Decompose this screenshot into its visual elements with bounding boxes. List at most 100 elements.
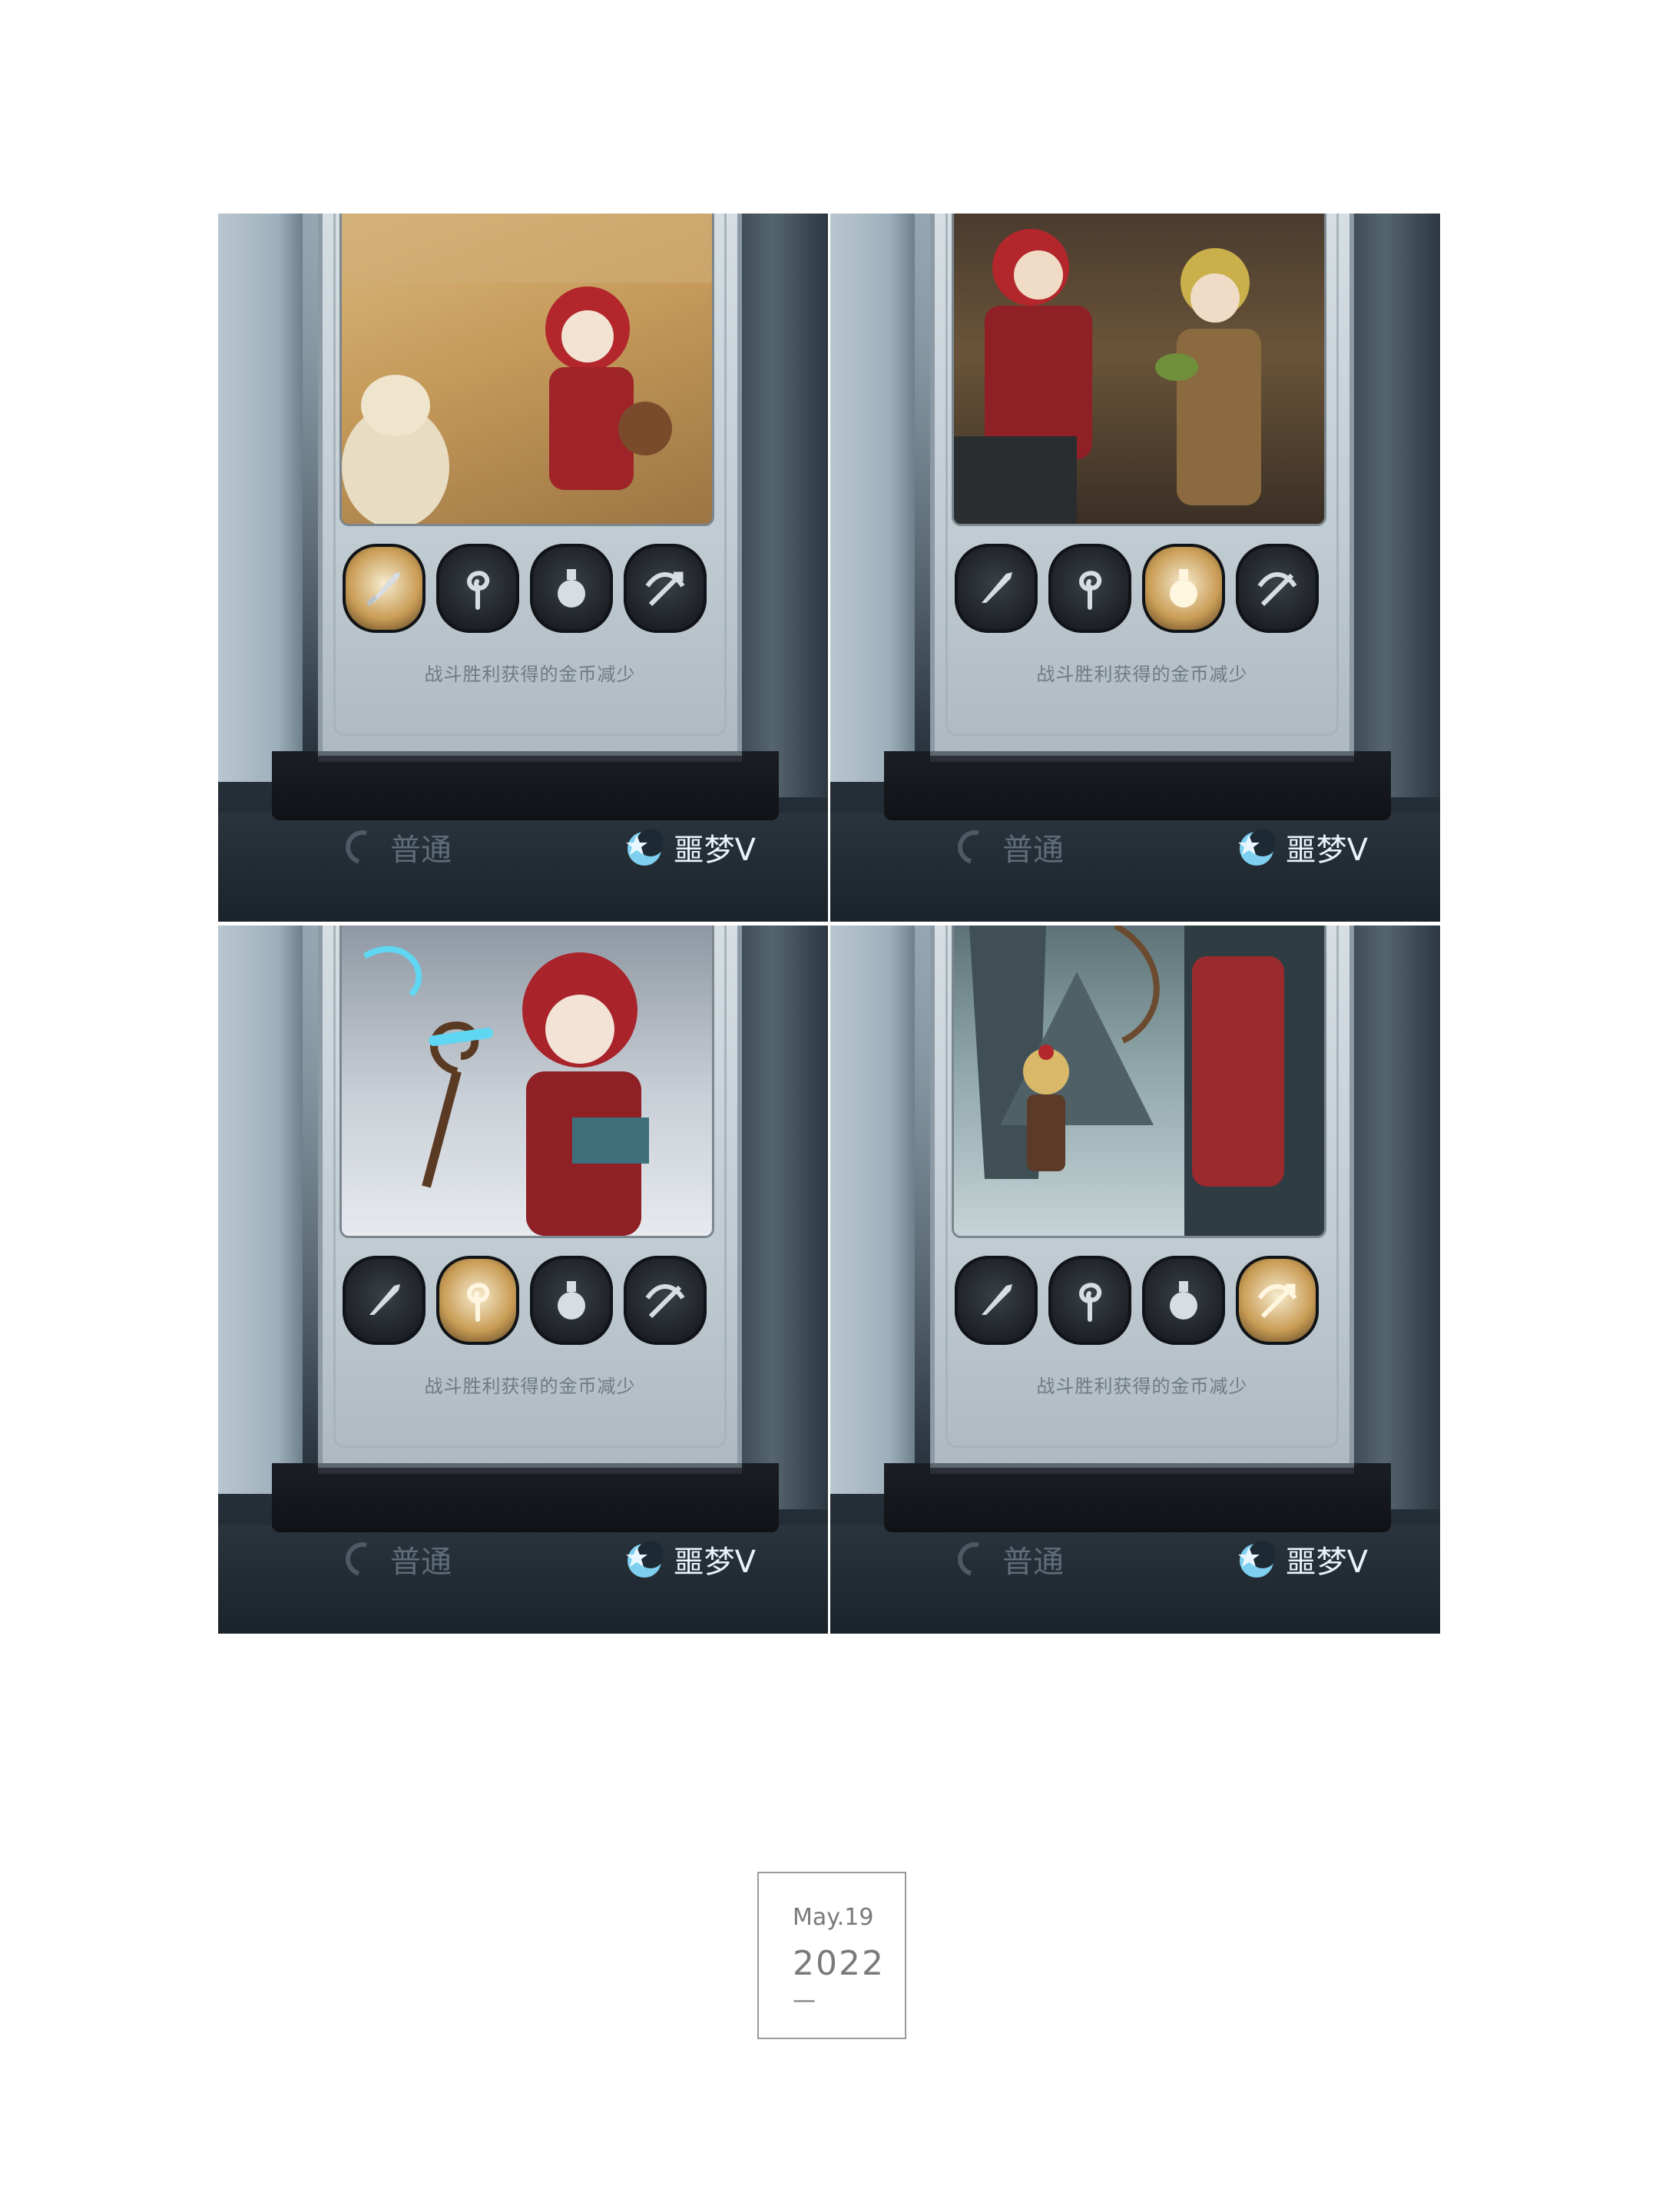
card-artwork [339,926,714,1238]
card-divider [346,684,714,685]
skill-slot-crossbow[interactable] [624,544,707,633]
panel-1: 战斗胜利获得的金币减少 普通 噩梦V [218,214,828,922]
date-year: 2022 [793,1944,885,1983]
mode-normal-label: 普通 [390,833,452,868]
skill-slot-staff[interactable] [436,1256,519,1345]
crescent-moon-icon [951,823,998,871]
skill-row [952,1254,1322,1346]
artwork-illustration [363,945,649,1236]
book-right-edge [1348,926,1440,1509]
difficulty-card: 战斗胜利获得的金币减少 [318,926,742,1463]
skill-slot-potion[interactable] [1142,1256,1225,1345]
crescent-moon-icon [339,823,386,871]
card-caption: 战斗胜利获得的金币减少 [424,664,636,685]
book-base [272,751,779,820]
skill-slot-staff[interactable] [436,544,519,633]
skill-slot-sword[interactable] [955,544,1038,633]
sword-icon [982,1284,1012,1315]
skill-slot-staff[interactable] [1048,1256,1131,1345]
skill-slot-potion[interactable] [530,544,613,633]
book-right-edge [736,926,828,1509]
book-left-page [830,926,915,1494]
skill-slot-sword[interactable] [343,544,426,633]
mode-normal-button[interactable]: 普通 [951,1535,1064,1583]
card-artwork [952,926,1326,1238]
star-moon-icon [1235,827,1277,867]
card-artwork [952,214,1326,526]
mode-nightmare-button[interactable]: 噩梦V [623,825,756,869]
skill-slot-sword[interactable] [343,1256,426,1345]
sword-icon [369,1284,400,1315]
mode-nightmare-label: 噩梦V [1285,833,1368,868]
book-right-edge [1348,214,1440,797]
mode-bar: 普通 噩梦V [945,1532,1376,1586]
difficulty-card: 战斗胜利获得的金币减少 [930,926,1354,1463]
crescent-moon-icon [951,1535,998,1583]
spiral-staff-icon [467,1283,490,1322]
spiral-staff-icon [467,571,490,610]
sword-icon [366,572,400,607]
skill-slot-staff[interactable] [1048,544,1131,633]
book-left-page [830,214,915,782]
mode-nightmare-button[interactable]: 噩梦V [623,1537,756,1581]
crossbow-icon [1257,1283,1297,1319]
card-caption: 战斗胜利获得的金币减少 [1036,1376,1248,1397]
mode-bar: 普通 噩梦V [333,1532,763,1586]
mode-nightmare-label: 噩梦V [673,833,756,868]
mode-bar: 普通 噩梦V [333,820,763,874]
spiral-staff-icon [1079,571,1102,610]
star-moon-icon [1235,1539,1277,1579]
panel-4: 战斗胜利获得的金币减少 普通 噩梦V [830,926,1440,1634]
mode-bar: 普通 噩梦V [945,820,1376,874]
mode-nightmare-button[interactable]: 噩梦V [1235,825,1368,869]
skill-row [952,542,1322,634]
book-left-page [218,214,303,782]
panel-2: 战斗胜利获得的金币减少 普通 噩梦V [830,214,1440,922]
book-right-edge [736,214,828,797]
difficulty-card: 战斗胜利获得的金币减少 [930,214,1354,751]
mode-normal-label: 普通 [390,1545,452,1580]
card-artwork [339,214,714,526]
crescent-moon-icon [339,1535,386,1583]
spiral-staff-icon [1079,1283,1102,1322]
card-divider [958,1396,1326,1397]
mode-normal-button[interactable]: 普通 [339,1535,452,1583]
card-divider [958,684,1326,685]
skill-slot-sword[interactable] [955,1256,1038,1345]
crossbow-icon [1257,572,1297,607]
skill-slot-crossbow[interactable] [1236,544,1319,633]
screenshot-grid: 战斗胜利获得的金币减少 普通 噩梦V 战斗胜利获得的金币减少 普通 噩梦V 战斗… [218,214,1440,1634]
skill-slot-potion[interactable] [530,1256,613,1345]
card-divider [346,1396,714,1397]
sword-icon [982,572,1012,603]
mode-normal-button[interactable]: 普通 [951,823,1064,871]
date-dash: — [793,1987,816,2014]
card-caption: 战斗胜利获得的金币减少 [424,1376,636,1397]
difficulty-card: 战斗胜利获得的金币减少 [318,214,742,751]
mode-nightmare-label: 噩梦V [1285,1545,1368,1580]
book-left-page [218,926,303,1494]
potion-flask-icon [1170,569,1197,608]
skill-slot-crossbow[interactable] [1236,1256,1319,1345]
star-moon-icon [623,827,664,867]
date-stamp: May.19 2022 — [757,1872,906,2039]
skill-row [339,542,710,634]
card-caption: 战斗胜利获得的金币减少 [1036,664,1248,685]
mode-normal-label: 普通 [1002,1545,1064,1580]
artwork-illustration [954,229,1261,524]
crossbow-icon [645,571,685,607]
artwork-illustration [969,926,1324,1236]
potion-flask-icon [558,569,585,608]
mode-nightmare-button[interactable]: 噩梦V [1235,1537,1368,1581]
mode-normal-button[interactable]: 普通 [339,823,452,871]
skill-slot-potion[interactable] [1142,544,1225,633]
book-base [272,1463,779,1532]
potion-flask-icon [558,1281,585,1320]
skill-slot-crossbow[interactable] [624,1256,707,1345]
star-moon-icon [623,1539,664,1579]
book-base [884,751,1391,820]
book-base [884,1463,1391,1532]
mode-normal-label: 普通 [1002,833,1064,868]
mode-nightmare-label: 噩梦V [673,1545,756,1580]
artwork-illustration [342,214,712,524]
